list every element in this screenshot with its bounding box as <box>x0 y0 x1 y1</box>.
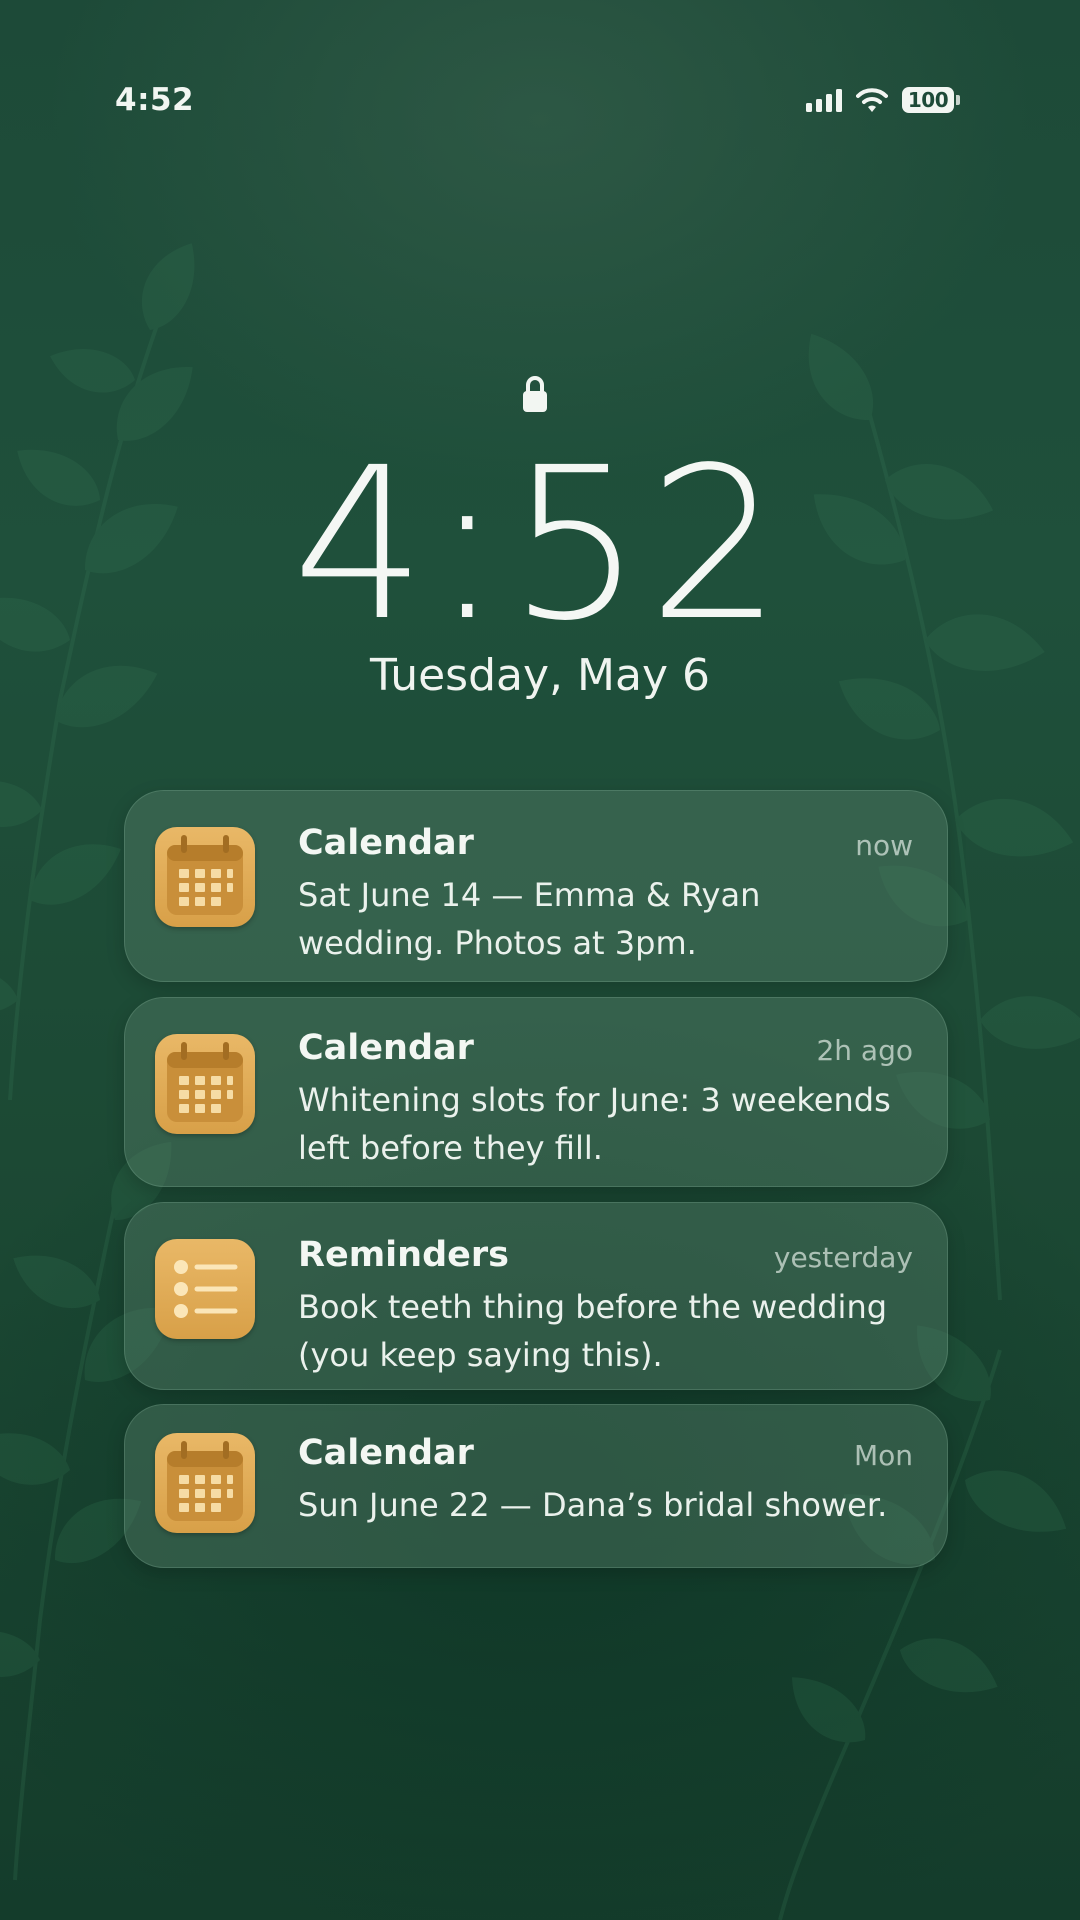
notification-calendar-shower[interactable]: Calendar Mon Sun June 22 — Dana’s bridal… <box>124 1404 948 1568</box>
calendar-icon <box>155 827 255 927</box>
calendar-icon <box>155 1034 255 1134</box>
notification-app-name: Calendar <box>298 1433 474 1473</box>
reminders-list-icon <box>155 1239 255 1339</box>
cellular-signal-icon <box>806 88 842 112</box>
notification-app-name: Calendar <box>298 823 474 863</box>
notification-body: Whitening slots for June: 3 weekends lef… <box>298 1081 891 1167</box>
notification-body: Book teeth thing before the wedding (you… <box>298 1288 888 1374</box>
notification-time: now <box>855 829 913 862</box>
notification-body: Sat June 14 — Emma & Ryan wedding. Photo… <box>298 876 761 962</box>
notification-reminders-teeth[interactable]: Reminders yesterday Book teeth thing bef… <box>124 1202 948 1390</box>
battery-icon: 100 <box>902 87 960 113</box>
wifi-icon <box>856 88 888 112</box>
battery-level: 100 <box>902 87 954 113</box>
notification-app-name: Calendar <box>298 1028 474 1068</box>
status-bar-time: 4:52 <box>115 82 195 118</box>
lock-screen-date: Tuesday, May 6 <box>370 650 710 701</box>
notification-time: yesterday <box>773 1241 913 1274</box>
notification-calendar-whitening[interactable]: Calendar 2h ago Whitening slots for June… <box>124 997 948 1187</box>
lock-screen-clock: 4:52 <box>292 422 788 667</box>
notification-time: Mon <box>853 1439 913 1472</box>
notification-body: Sun June 22 — Dana’s bridal shower. <box>298 1486 888 1524</box>
calendar-icon <box>155 1433 255 1533</box>
lock-icon <box>523 376 547 412</box>
notification-time: 2h ago <box>816 1034 913 1067</box>
status-bar-icons: 100 <box>806 87 960 113</box>
notification-calendar-wedding[interactable]: Calendar now Sat June 14 — Emma & Ryan w… <box>124 790 948 982</box>
notification-app-name: Reminders <box>298 1235 509 1275</box>
